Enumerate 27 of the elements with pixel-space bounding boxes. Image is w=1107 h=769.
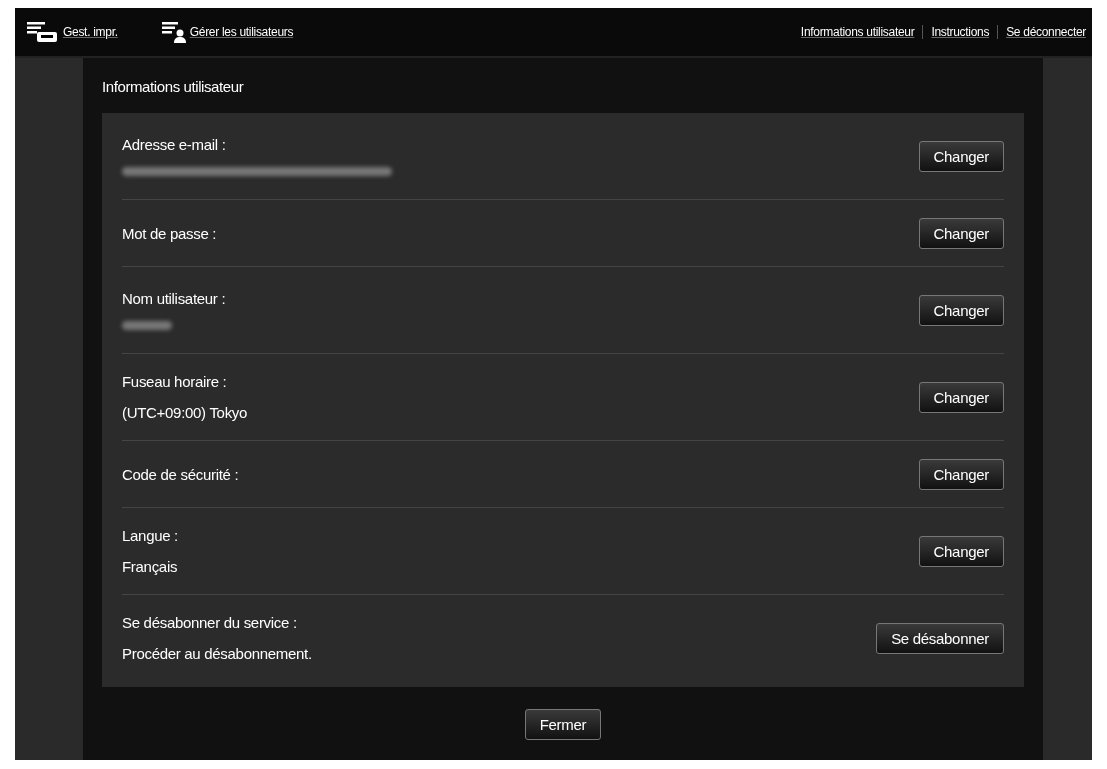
close-button[interactable]: Fermer — [524, 709, 602, 740]
field-value: Procéder au désabonnement. — [122, 645, 312, 662]
field-label: Adresse e-mail : — [122, 136, 227, 153]
field-value: Français — [122, 558, 178, 575]
nav-link[interactable]: Gest. impr. — [63, 25, 118, 39]
nav-link[interactable]: Informations utilisateur — [800, 25, 915, 39]
change-button[interactable]: Changer — [918, 140, 1004, 172]
field-label: Mot de passe : — [122, 224, 217, 242]
change-button[interactable]: Changer — [918, 535, 1004, 567]
field-label: Fuseau horaire : — [122, 373, 228, 390]
nav-link[interactable]: Se déconnecter — [1006, 25, 1086, 39]
change-button[interactable]: Changer — [918, 381, 1004, 413]
printer-list-icon[interactable] — [25, 20, 59, 44]
field-label: Nom utilisateur : — [122, 290, 226, 307]
redacted-value — [122, 321, 172, 330]
field-label: Se désabonner du service : — [122, 614, 298, 631]
field-label: Langue : — [122, 527, 178, 544]
change-button[interactable]: Se désabonner — [876, 622, 1004, 654]
dialog-title: Informations utilisateur — [102, 78, 245, 95]
change-button[interactable]: Changer — [918, 294, 1004, 326]
field-label: Code de sécurité : — [122, 465, 239, 483]
change-button[interactable]: Changer — [918, 217, 1004, 249]
nav-link[interactable]: Instructions — [931, 25, 990, 39]
change-button[interactable]: Changer — [918, 458, 1004, 490]
user-list-icon[interactable] — [159, 20, 186, 44]
nav-link[interactable]: Gérer les utilisateurs — [189, 25, 294, 39]
field-value: (UTC+09:00) Tokyo — [122, 404, 248, 421]
